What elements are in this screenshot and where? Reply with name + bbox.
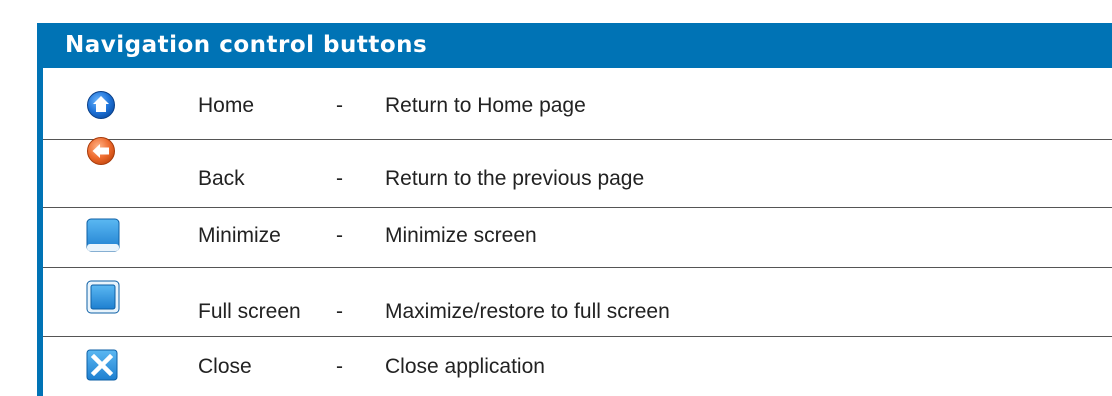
minimize-icon bbox=[86, 218, 120, 252]
item-name: Home bbox=[198, 94, 255, 117]
back-icon bbox=[86, 136, 116, 166]
item-description: Close application bbox=[385, 355, 545, 378]
item-description: Return to the previous page bbox=[385, 167, 645, 190]
item-separator: - bbox=[336, 167, 343, 190]
item-description: Return to Home page bbox=[385, 94, 586, 117]
item-name: Back bbox=[198, 167, 245, 190]
list-item-close: Close - Close application bbox=[43, 337, 1112, 396]
close-icon bbox=[86, 349, 118, 381]
item-separator: - bbox=[336, 300, 343, 323]
item-description: Minimize screen bbox=[385, 224, 537, 247]
item-name: Close bbox=[198, 355, 252, 378]
home-icon bbox=[86, 90, 116, 120]
item-separator: - bbox=[336, 94, 343, 117]
item-separator: - bbox=[336, 355, 343, 378]
item-name: Full screen bbox=[198, 300, 301, 323]
list-item-full-screen: Full screen - Maximize/restore to full s… bbox=[43, 268, 1112, 336]
item-separator: - bbox=[336, 224, 343, 247]
full-screen-icon bbox=[86, 280, 120, 314]
navigation-controls-panel: Navigation control buttons Home - Return… bbox=[0, 0, 1112, 396]
list-item-back: Back - Return to the previous page bbox=[43, 137, 1112, 204]
list-item-minimize: Minimize - Minimize screen bbox=[43, 208, 1112, 264]
panel-title: Navigation control buttons bbox=[37, 23, 1112, 68]
list-item-home: Home - Return to Home page bbox=[43, 86, 1112, 136]
item-description: Maximize/restore to full screen bbox=[385, 300, 670, 323]
item-name: Minimize bbox=[198, 224, 281, 247]
